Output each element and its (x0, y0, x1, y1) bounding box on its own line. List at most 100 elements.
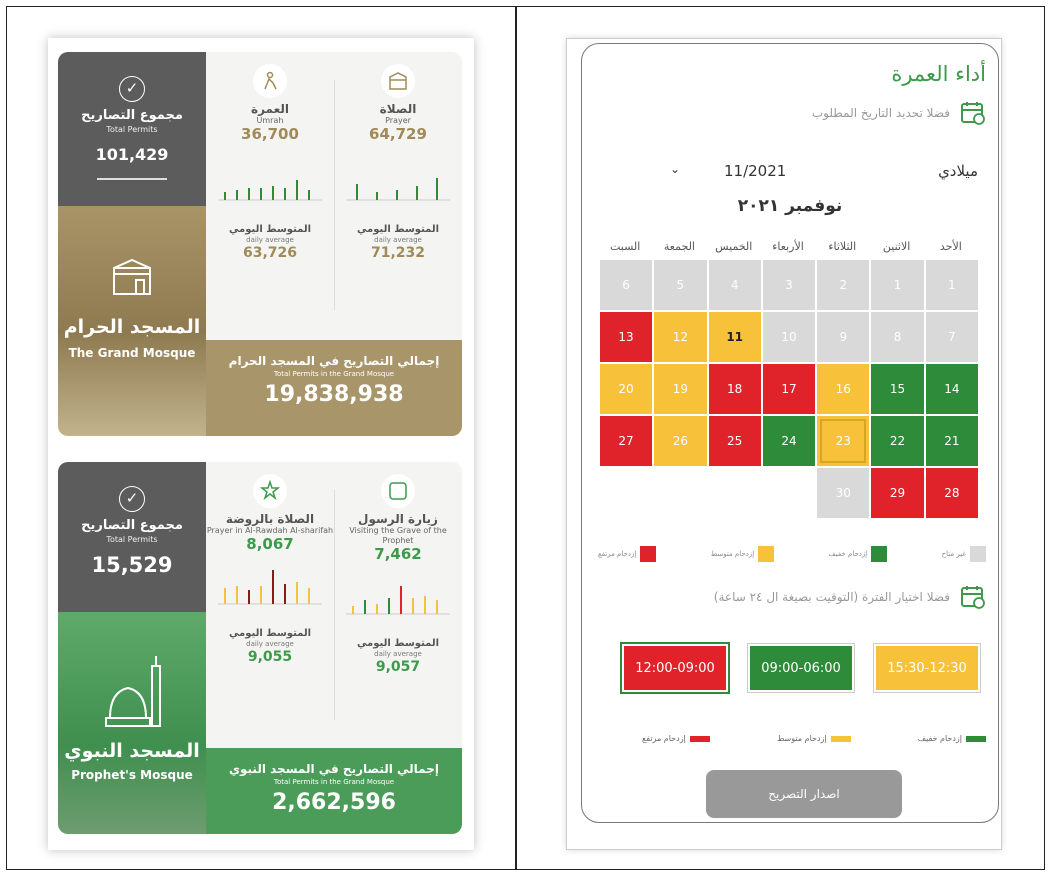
weekday-label: الأربعاء (772, 240, 804, 253)
bar (284, 188, 286, 200)
issue-permit-button[interactable]: اصدار التصريح (706, 770, 902, 818)
month-title: نوفمبر ٢٠٢١ (737, 196, 843, 216)
bar (272, 186, 274, 200)
prophet-mosque-card: ✓ مجموع التصاريح Total Permits 15,529 ال… (58, 462, 462, 834)
legend-label: إزدحام مرتفع (642, 734, 686, 743)
weekday-label: الاثنين (882, 240, 911, 253)
bar (224, 588, 226, 604)
prophet-sum-value: 2,662,596 (272, 790, 396, 815)
day-cell[interactable]: 16 (817, 364, 870, 414)
day-cell: 10 (762, 312, 816, 362)
bar (412, 598, 414, 614)
calendar-clock-icon (961, 586, 985, 609)
month-value[interactable]: 11/2021 (724, 162, 786, 180)
page-title: أداء العمرة (891, 62, 986, 86)
chevron-down-icon[interactable]: ⌄ (670, 162, 680, 176)
legend-item: إزدحام مرتفع (642, 734, 710, 743)
day-cell[interactable]: 29 (871, 468, 924, 518)
legend-label: إزدحام متوسط (710, 550, 755, 558)
legend-swatch (970, 546, 986, 562)
day-cell: 4 (708, 260, 761, 310)
day-cell[interactable]: 22 (871, 416, 924, 466)
table-divider (515, 6, 517, 870)
rawdah-avg-label: المتوسط اليومي (228, 628, 312, 639)
day-cell[interactable]: 27 (599, 416, 653, 466)
umrah-label: العمرة (251, 102, 289, 116)
bar (260, 188, 262, 200)
prayer-avg-value: 71,232 (370, 245, 426, 261)
bar (416, 186, 418, 200)
prophet-mosque-name: المسجد النبوي (64, 740, 200, 762)
prayer-avg-label: المتوسط اليومي (356, 224, 440, 235)
time-legend: إزدحام خفيف إزدحام متوسط إزدحام مرتفع (642, 734, 986, 743)
day-cell[interactable]: 21 (925, 416, 978, 466)
time-section-header: فضلا اختيار الفترة (التوقيت بصيغة ال ٢٤ … (714, 584, 986, 610)
grand-mosque-name-en: The Grand Mosque (68, 346, 196, 360)
bar (388, 598, 390, 614)
day-cell[interactable]: 19 (654, 364, 707, 414)
legend-label: إزدحام خفيف (917, 734, 962, 743)
umrah-daily-chart (218, 180, 322, 201)
day-cell[interactable]: 13 (599, 312, 653, 362)
rawdah-stat: الصلاة بالروضة Prayer in Al-Rawdah Al-sh… (206, 462, 334, 665)
dome-minaret-icon (105, 656, 161, 727)
separator-line (97, 178, 167, 180)
visit-avg-label-en: daily average (374, 650, 422, 658)
visit-value: 7,462 (374, 545, 422, 563)
day-cell: 30 (817, 468, 870, 518)
grand-mosque-banner: المسجد الحرام The Grand Mosque (58, 206, 206, 436)
date-section-header: فضلا تحديد التاريخ المطلوب (812, 100, 986, 126)
time-slots: 15:30-12:30 09:00-06:00 12:00-09:00 (606, 644, 980, 692)
weekday-label: الثلاثاء (828, 240, 857, 253)
umrah-booking-screen: أداء العمرة فضلا تحديد التاريخ المطلوب ⌄… (581, 43, 999, 823)
time-slot-button[interactable]: 09:00-06:00 (748, 644, 854, 692)
legend-swatch (640, 546, 657, 562)
bar (248, 590, 250, 604)
weekday-header: الأحد الاثنين الثلاثاء الأربعاء الخميس ا… (598, 240, 978, 253)
time-slot-button-selected[interactable]: 12:00-09:00 (622, 644, 728, 692)
grand-total-box: ✓ مجموع التصاريح Total Permits 101,429 (58, 52, 206, 206)
legend-item: إزدحام خفيف (829, 546, 888, 562)
day-cell[interactable]: 18 (708, 364, 761, 414)
month-selector[interactable]: ⌄ 11/2021 ميلادي (652, 162, 978, 186)
day-cell[interactable]: 24 (762, 416, 816, 466)
visit-label-en: Visiting the Grave of the Prophet (349, 526, 447, 545)
prophet-mosque-name-en: Prophet's Mosque (71, 768, 193, 782)
day-cell[interactable]: 25 (708, 416, 761, 466)
bar (248, 188, 250, 200)
day-cell[interactable]: 11 (708, 312, 761, 362)
visit-stat: زيارة الرسول Visiting the Grave of the P… (334, 462, 462, 675)
day-cell[interactable]: 20 (599, 364, 653, 414)
day-cell: 6 (599, 260, 653, 310)
bar (356, 184, 358, 200)
bar (400, 586, 402, 614)
day-cell[interactable]: 28 (925, 468, 978, 518)
day-cell: 2 (817, 260, 870, 310)
legend-swatch (966, 735, 986, 742)
total-permits-value: 101,429 (95, 145, 169, 164)
total-permits-value: 15,529 (91, 553, 173, 577)
bar (260, 586, 262, 604)
calendar-type-select[interactable]: ميلادي (938, 162, 978, 180)
date-section-label: فضلا تحديد التاريخ المطلوب (811, 106, 950, 120)
weekday-label: السبت (610, 240, 641, 253)
day-cell: 3 (762, 260, 816, 310)
time-slot-button[interactable]: 15:30-12:30 (874, 644, 980, 692)
permits-infographic: ✓ مجموع التصاريح Total Permits 101,429 ا… (48, 38, 474, 850)
legend-item: إزدحام متوسط (710, 546, 775, 562)
bar (376, 192, 378, 200)
day-cell[interactable]: 26 (654, 416, 707, 466)
kaaba-small-icon (381, 64, 415, 98)
day-cell[interactable]: 12 (654, 312, 707, 362)
day-cell[interactable]: 15 (871, 364, 924, 414)
umrah-avg-value: 63,726 (242, 245, 298, 261)
check-icon: ✓ (119, 486, 145, 512)
day-cell[interactable]: 14 (925, 364, 978, 414)
app-screenshot: أداء العمرة فضلا تحديد التاريخ المطلوب ⌄… (566, 38, 1002, 850)
day-cell-selected[interactable]: 23 (817, 416, 870, 466)
day-cell[interactable]: 17 (762, 364, 816, 414)
day-cell: 7 (925, 312, 978, 362)
rawdah-value: 8,067 (246, 535, 294, 553)
prayer-avg-label-en: daily average (374, 236, 422, 244)
bar (352, 606, 354, 614)
